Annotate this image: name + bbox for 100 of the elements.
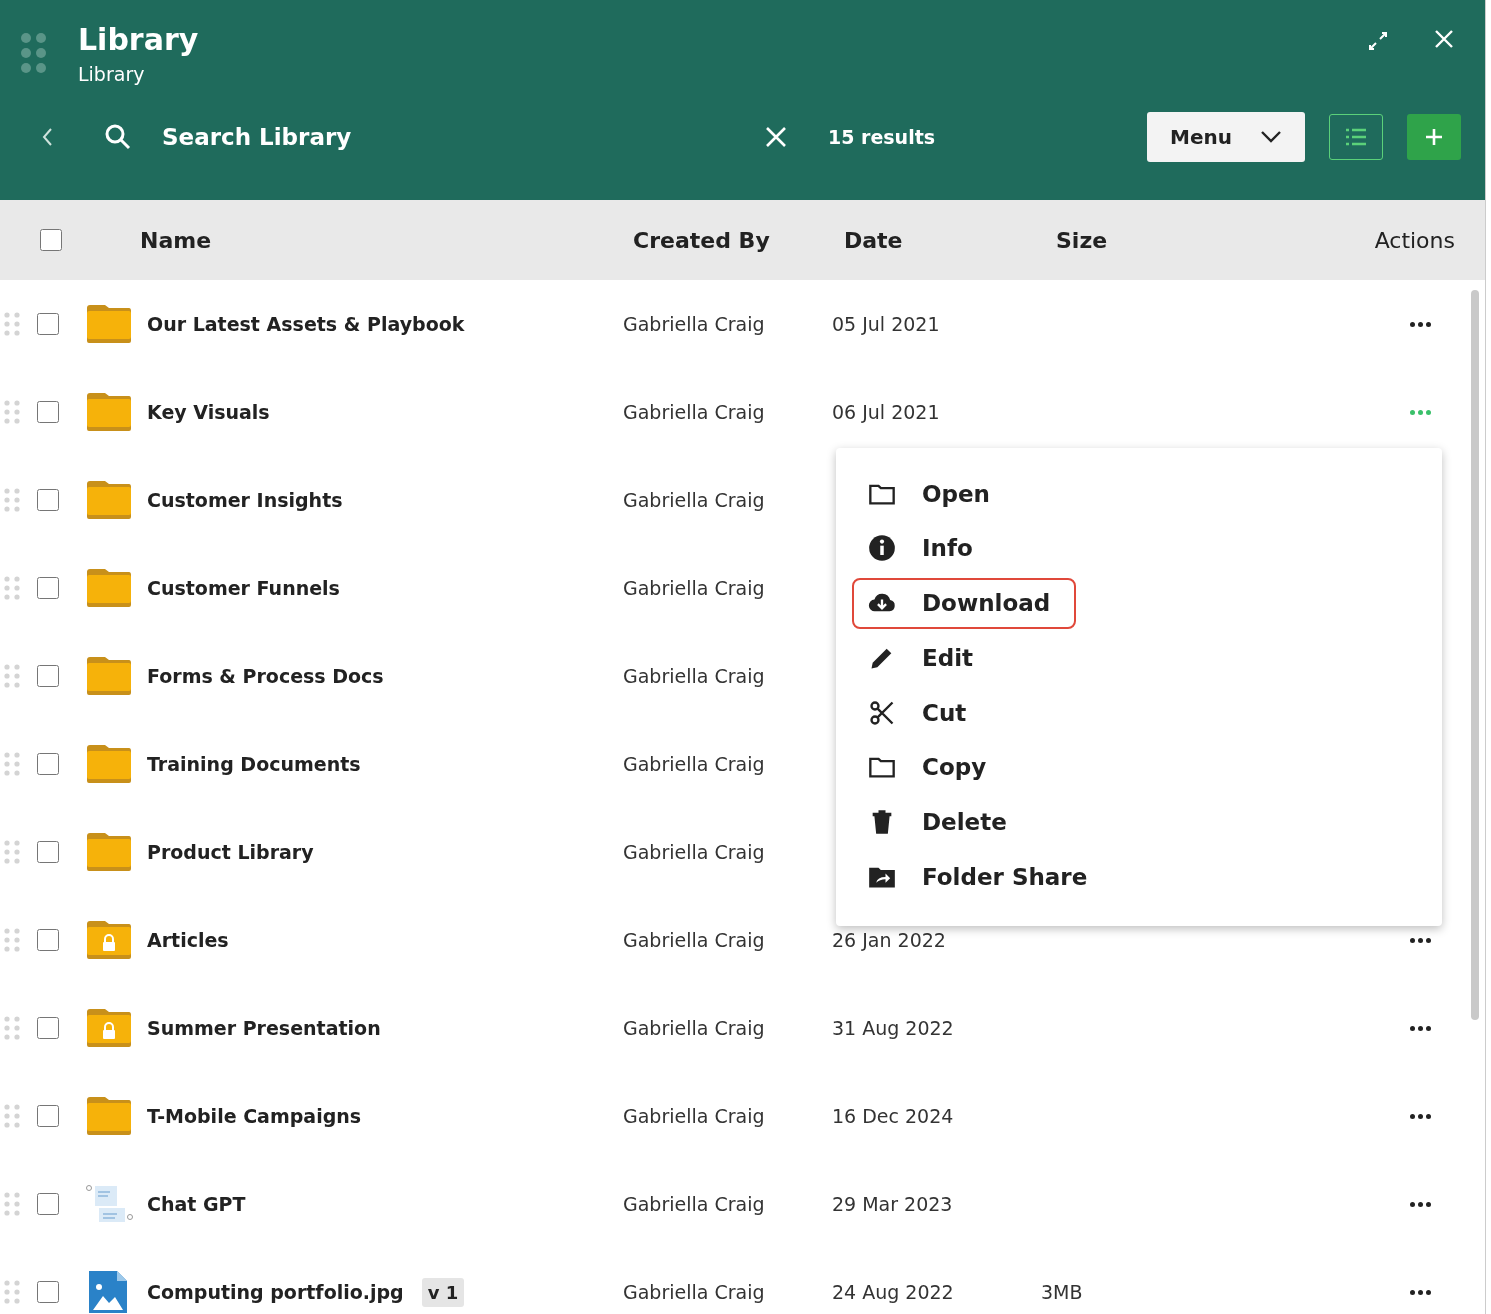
drag-handle-icon[interactable] <box>20 32 48 74</box>
list-icon <box>1344 127 1368 147</box>
drag-handle-icon[interactable] <box>4 927 20 953</box>
column-header[interactable]: Actions <box>1374 227 1455 253</box>
search-icon <box>104 123 132 151</box>
table-cell-text: Gabriella Craig <box>623 841 766 863</box>
menu-item[interactable]: Open <box>852 468 1076 520</box>
table-cell-text: 05 Jul 2021 <box>832 313 941 335</box>
folder-icon <box>85 656 133 696</box>
column-header[interactable]: Date <box>844 227 903 253</box>
column-header[interactable]: Name <box>140 227 212 253</box>
table-cell-text: Gabriella Craig <box>623 1281 766 1303</box>
drag-handle-icon[interactable] <box>4 839 20 865</box>
column-header[interactable]: Created By <box>633 227 770 253</box>
drag-handle-icon[interactable] <box>4 1279 20 1305</box>
table-cell-text: 29 Mar 2023 <box>832 1193 954 1215</box>
table-cell-text: Gabriella Craig <box>623 401 766 423</box>
search-field[interactable]: Search Library <box>160 123 764 151</box>
chat-document-icon <box>85 1184 133 1224</box>
row-checkbox[interactable] <box>37 929 59 951</box>
menu-item[interactable]: Delete <box>852 796 1076 848</box>
row-checkbox[interactable] <box>37 401 59 423</box>
menu-item[interactable]: Copy <box>852 741 1076 793</box>
folder-icon <box>85 832 133 872</box>
row-checkbox[interactable] <box>37 841 59 863</box>
folder-icon <box>85 568 133 608</box>
row-checkbox[interactable] <box>37 753 59 775</box>
file-name[interactable]: Product Library <box>147 841 314 863</box>
file-name[interactable]: Computing portfolio.jpg <box>147 1281 404 1303</box>
menu-item[interactable]: Folder Share <box>852 851 1104 903</box>
locked-folder-icon <box>85 920 133 960</box>
table-cell-text: Gabriella Craig <box>623 1193 766 1215</box>
results-count: 15 results <box>828 126 937 148</box>
menu-item[interactable]: Cut <box>852 687 1076 739</box>
clear-search-button[interactable] <box>764 125 788 149</box>
file-name[interactable]: Key Visuals <box>147 401 270 423</box>
drag-handle-icon[interactable] <box>4 487 20 513</box>
table-cell-text: Gabriella Craig <box>623 1017 766 1039</box>
file-name[interactable]: Forms & Process Docs <box>147 665 384 687</box>
table-cell-text: 3MB <box>1041 1281 1084 1303</box>
folder-icon <box>85 392 133 432</box>
add-button[interactable] <box>1407 114 1461 160</box>
menu-item[interactable]: Download <box>852 577 1076 629</box>
row-checkbox[interactable] <box>37 577 59 599</box>
row-checkbox[interactable] <box>37 1281 59 1303</box>
drag-handle-icon[interactable] <box>4 399 20 425</box>
table-cell-text: Gabriella Craig <box>623 665 766 687</box>
drag-handle-icon[interactable] <box>4 663 20 689</box>
file-name[interactable]: T-Mobile Campaigns <box>147 1105 362 1127</box>
scrollbar[interactable] <box>1471 290 1479 1020</box>
info-icon <box>868 534 896 563</box>
row-checkbox[interactable] <box>37 1017 59 1039</box>
folder-icon <box>85 304 133 344</box>
drag-handle-icon[interactable] <box>4 575 20 601</box>
select-all-checkbox[interactable] <box>40 229 62 251</box>
menu-item[interactable]: Info <box>852 522 1076 574</box>
table-cell-text: Gabriella Craig <box>623 489 766 511</box>
back-button[interactable] <box>40 126 54 148</box>
row-checkbox[interactable] <box>37 1193 59 1215</box>
table-cell-text: Gabriella Craig <box>623 313 766 335</box>
close-button[interactable] <box>1433 28 1455 50</box>
list-view-button[interactable] <box>1329 114 1383 160</box>
column-header[interactable]: Size <box>1056 227 1108 253</box>
menu-button[interactable]: Menu <box>1147 112 1305 162</box>
file-name[interactable]: Summer Presentation <box>147 1017 381 1039</box>
row-checkbox[interactable] <box>37 665 59 687</box>
plus-icon <box>1424 127 1444 147</box>
file-name[interactable]: Customer Insights <box>147 489 343 511</box>
row-checkbox[interactable] <box>37 313 59 335</box>
expand-button[interactable] <box>1367 30 1389 52</box>
file-name[interactable]: Customer Funnels <box>147 577 340 599</box>
file-name[interactable]: Training Documents <box>147 753 361 775</box>
row-checkbox[interactable] <box>37 489 59 511</box>
drag-handle-icon[interactable] <box>4 751 20 777</box>
table-cell-text: Gabriella Craig <box>623 753 766 775</box>
folder-icon <box>85 744 133 784</box>
folder-icon <box>85 480 133 520</box>
table-cell-text: 26 Jan 2022 <box>832 929 947 951</box>
drag-handle-icon[interactable] <box>4 1015 20 1041</box>
table-cell-text: 06 Jul 2021 <box>832 401 941 423</box>
chevron-down-icon <box>1259 130 1282 144</box>
table-cell-text: 31 Aug 2022 <box>832 1017 955 1039</box>
scissors-icon <box>868 698 896 727</box>
window-title: Library <box>78 22 200 57</box>
locked-folder-icon <box>85 1008 133 1048</box>
drag-handle-icon[interactable] <box>4 311 20 337</box>
window-subtitle: Library <box>78 63 146 85</box>
drag-handle-icon[interactable] <box>4 1103 20 1129</box>
table-cell-text: 24 Aug 2022 <box>832 1281 955 1303</box>
version-badge: v 1 <box>421 1277 465 1307</box>
file-name[interactable]: Articles <box>147 929 229 951</box>
folder-icon <box>85 1096 133 1136</box>
row-checkbox[interactable] <box>37 1105 59 1127</box>
table-cell-text: 16 Dec 2024 <box>832 1105 955 1127</box>
menu-item[interactable]: Edit <box>852 632 1076 684</box>
file-name[interactable]: Chat GPT <box>147 1193 246 1215</box>
drag-handle-icon[interactable] <box>4 1191 20 1217</box>
file-name[interactable]: Our Latest Assets & Playbook <box>147 313 465 335</box>
table-cell-text: Gabriella Craig <box>623 577 766 599</box>
table-cell-text: Gabriella Craig <box>623 929 766 951</box>
